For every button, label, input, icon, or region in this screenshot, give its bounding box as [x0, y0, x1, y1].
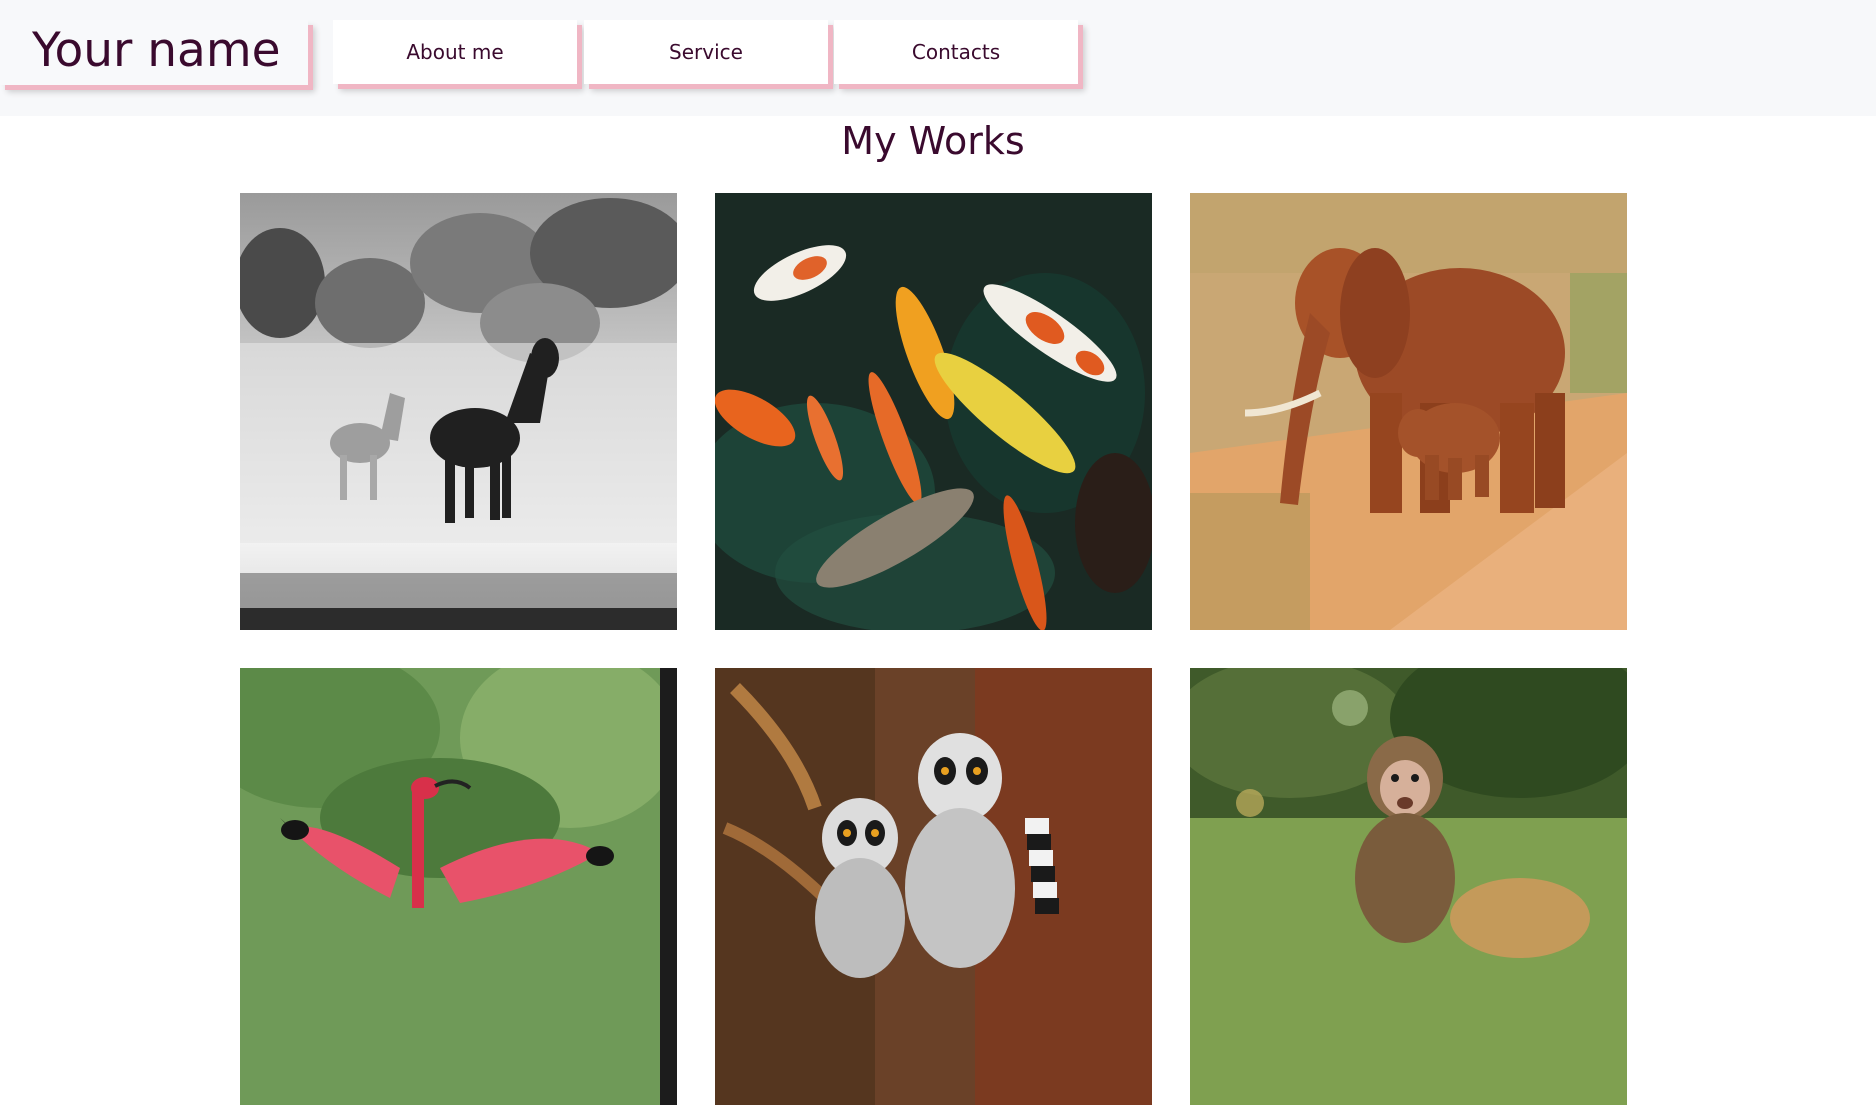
nav-item-label: About me: [406, 40, 504, 64]
gallery-item-baby-monkey[interactable]: [1190, 668, 1627, 1105]
section-title: My Works: [841, 119, 1025, 163]
top-navigation-bar: Your name About me Service Contacts: [0, 0, 1876, 116]
scarlet-ibis-photo: [240, 668, 677, 1105]
nav-item-service[interactable]: Service: [584, 20, 828, 84]
koi-fish-photo: [715, 193, 1152, 630]
gallery-item-lemurs[interactable]: [715, 668, 1152, 1105]
baby-monkey-photo: [1190, 668, 1627, 1105]
nav-item-about-me[interactable]: About me: [333, 20, 577, 84]
lemurs-photo: [715, 668, 1152, 1105]
gallery-item-scarlet-ibis[interactable]: [240, 668, 677, 1105]
nav-item-label: Service: [669, 40, 743, 64]
brand-logo[interactable]: Your name: [0, 20, 308, 85]
nav-item-contacts[interactable]: Contacts: [834, 20, 1078, 84]
nav-item-label: Contacts: [911, 40, 1001, 64]
horses-photo: [240, 193, 677, 630]
gallery-item-horses[interactable]: [240, 193, 677, 630]
gallery-item-koi-fish[interactable]: [715, 193, 1152, 630]
elephants-photo: [1190, 193, 1627, 630]
brand-name: Your name: [32, 23, 281, 78]
gallery-item-elephants[interactable]: [1190, 193, 1627, 630]
